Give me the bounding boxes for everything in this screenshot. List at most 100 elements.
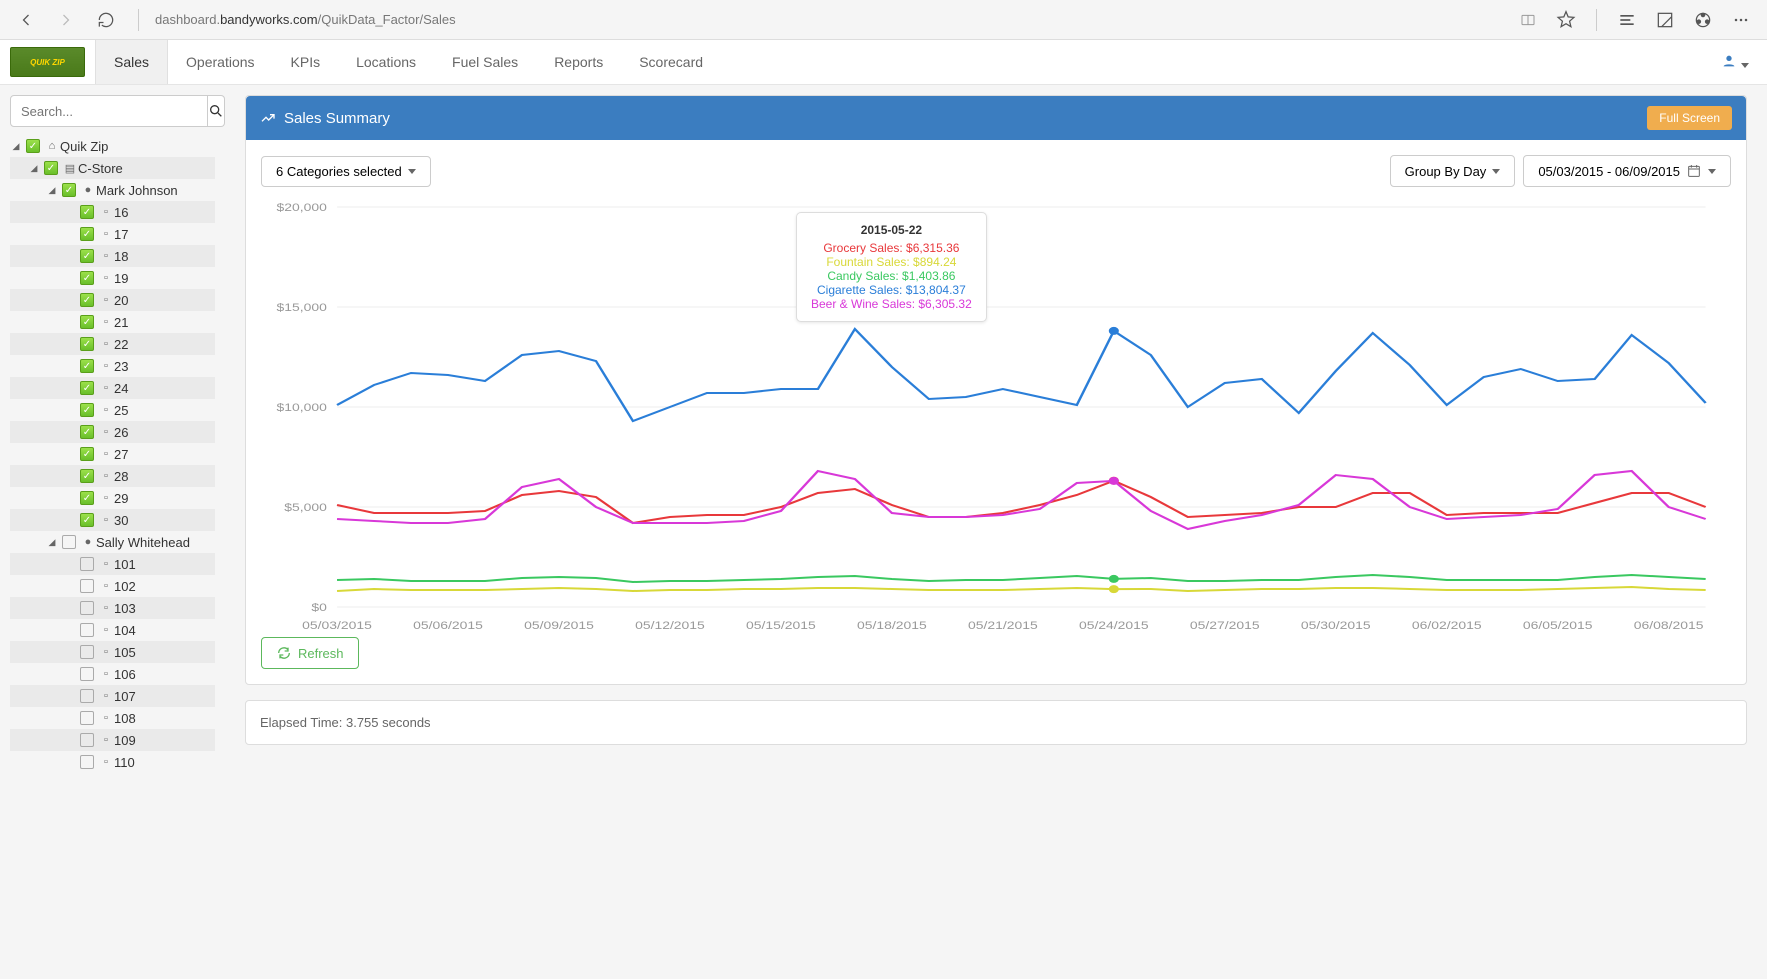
tree-row[interactable]: ▫ 105: [10, 641, 215, 663]
tree-checkbox[interactable]: ✓: [80, 469, 94, 483]
tree-row[interactable]: ✓ ▫ 29: [10, 487, 215, 509]
tree-row[interactable]: ✓ ▫ 21: [10, 311, 215, 333]
status-panel: Elapsed Time: 3.755 seconds: [245, 700, 1747, 745]
tree-checkbox[interactable]: [80, 557, 94, 571]
tree-checkbox[interactable]: [80, 601, 94, 615]
tree-checkbox[interactable]: ✓: [80, 337, 94, 351]
tree-row[interactable]: ✓ ▫ 26: [10, 421, 215, 443]
nav-tab-sales[interactable]: Sales: [95, 40, 168, 84]
tree-label: 27: [114, 447, 128, 462]
tree-checkbox[interactable]: [80, 645, 94, 659]
tree-row[interactable]: ✓ ▫ 19: [10, 267, 215, 289]
tree-row[interactable]: ▫ 103: [10, 597, 215, 619]
tree-checkbox[interactable]: [80, 667, 94, 681]
nav-tab-operations[interactable]: Operations: [168, 40, 272, 84]
tree-row[interactable]: ▫ 109: [10, 729, 215, 751]
tree-checkbox[interactable]: ✓: [80, 293, 94, 307]
tree-checkbox[interactable]: ✓: [26, 139, 40, 153]
tree-row[interactable]: ◢ ● Sally Whitehead: [10, 531, 215, 553]
groupby-dropdown[interactable]: Group By Day: [1390, 155, 1516, 187]
tree-label: 20: [114, 293, 128, 308]
tree-row[interactable]: ▫ 110: [10, 751, 215, 773]
categories-dropdown[interactable]: 6 Categories selected: [261, 156, 431, 187]
refresh-chart-button[interactable]: Refresh: [261, 637, 359, 669]
tree-checkbox[interactable]: [80, 733, 94, 747]
tree-row[interactable]: ◢ ✓ ● Mark Johnson: [10, 179, 215, 201]
logo[interactable]: QUIK ZIP: [10, 47, 85, 77]
tree-row[interactable]: ▫ 106: [10, 663, 215, 685]
tree-label: 22: [114, 337, 128, 352]
tree-label: 26: [114, 425, 128, 440]
tree-checkbox[interactable]: ✓: [80, 425, 94, 439]
tree-row[interactable]: ✓ ▫ 25: [10, 399, 215, 421]
tree-checkbox[interactable]: [62, 535, 76, 549]
webnote-icon[interactable]: [1649, 4, 1681, 36]
tree-icon: ▫: [98, 338, 114, 350]
tree-row[interactable]: ✓ ▫ 20: [10, 289, 215, 311]
tree-row[interactable]: ◢ ✓ ▤ C-Store: [10, 157, 215, 179]
tree-checkbox[interactable]: ✓: [80, 205, 94, 219]
hub-icon[interactable]: [1611, 4, 1643, 36]
tree-checkbox[interactable]: ✓: [80, 227, 94, 241]
reading-view-icon[interactable]: [1512, 4, 1544, 36]
url-bar[interactable]: dashboard.bandyworks.com/QuikData_Factor…: [155, 12, 456, 27]
tree-checkbox[interactable]: ✓: [80, 513, 94, 527]
nav-tab-fuel-sales[interactable]: Fuel Sales: [434, 40, 536, 84]
tree-checkbox[interactable]: ✓: [80, 447, 94, 461]
tree-checkbox[interactable]: [80, 579, 94, 593]
tree-row[interactable]: ✓ ▫ 17: [10, 223, 215, 245]
tree-row[interactable]: ▫ 101: [10, 553, 215, 575]
nav-tab-locations[interactable]: Locations: [338, 40, 434, 84]
tree-checkbox[interactable]: [80, 623, 94, 637]
tree-row[interactable]: ✓ ▫ 24: [10, 377, 215, 399]
tree-checkbox[interactable]: [80, 711, 94, 725]
nav-tab-kpis[interactable]: KPIs: [273, 40, 339, 84]
share-icon[interactable]: [1687, 4, 1719, 36]
tree-checkbox[interactable]: ✓: [44, 161, 58, 175]
tree-row[interactable]: ✓ ▫ 23: [10, 355, 215, 377]
fullscreen-button[interactable]: Full Screen: [1647, 106, 1732, 130]
forward-button[interactable]: [50, 4, 82, 36]
nav-tab-reports[interactable]: Reports: [536, 40, 621, 84]
daterange-picker[interactable]: 05/03/2015 - 06/09/2015: [1523, 155, 1731, 187]
tree-checkbox[interactable]: ✓: [80, 249, 94, 263]
tree-row[interactable]: ✓ ▫ 16: [10, 201, 215, 223]
tree-row[interactable]: ◢ ✓ ⌂ Quik Zip: [10, 135, 215, 157]
nav-tabs: SalesOperationsKPIsLocationsFuel SalesRe…: [95, 40, 721, 84]
tree-row[interactable]: ✓ ▫ 27: [10, 443, 215, 465]
nav-tab-scorecard[interactable]: Scorecard: [621, 40, 721, 84]
back-button[interactable]: [10, 4, 42, 36]
search-button[interactable]: [208, 95, 225, 127]
tree-checkbox[interactable]: ✓: [80, 271, 94, 285]
search-input[interactable]: [10, 95, 208, 127]
tree-row[interactable]: ▫ 107: [10, 685, 215, 707]
tree-checkbox[interactable]: ✓: [62, 183, 76, 197]
favorite-icon[interactable]: [1550, 4, 1582, 36]
tree-icon: ▫: [98, 492, 114, 504]
tree-checkbox[interactable]: ✓: [80, 359, 94, 373]
tree-row[interactable]: ✓ ▫ 30: [10, 509, 215, 531]
tree-row[interactable]: ✓ ▫ 22: [10, 333, 215, 355]
tooltip-date: 2015-05-22: [811, 223, 972, 237]
tree-icon: ▫: [98, 426, 114, 438]
tree-row[interactable]: ▫ 104: [10, 619, 215, 641]
tree-checkbox[interactable]: ✓: [80, 491, 94, 505]
more-icon[interactable]: [1725, 4, 1757, 36]
tree-checkbox[interactable]: ✓: [80, 315, 94, 329]
tree-toggle[interactable]: ◢: [28, 163, 40, 174]
refresh-button[interactable]: [90, 4, 122, 36]
tree-checkbox[interactable]: ✓: [80, 403, 94, 417]
user-menu[interactable]: [1713, 53, 1757, 72]
app-nav: QUIK ZIP SalesOperationsKPIsLocationsFue…: [0, 40, 1767, 85]
tree-toggle[interactable]: ◢: [10, 141, 22, 152]
tree-checkbox[interactable]: [80, 755, 94, 769]
tree-toggle[interactable]: ◢: [46, 185, 58, 196]
tree-row[interactable]: ▫ 108: [10, 707, 215, 729]
tree-row[interactable]: ▫ 102: [10, 575, 215, 597]
tree-checkbox[interactable]: [80, 689, 94, 703]
tree-checkbox[interactable]: ✓: [80, 381, 94, 395]
sales-chart[interactable]: $0$5,000$10,000$15,000$20,00005/03/20150…: [261, 197, 1731, 637]
tree-row[interactable]: ✓ ▫ 18: [10, 245, 215, 267]
tree-row[interactable]: ✓ ▫ 28: [10, 465, 215, 487]
tree-toggle[interactable]: ◢: [46, 537, 58, 548]
